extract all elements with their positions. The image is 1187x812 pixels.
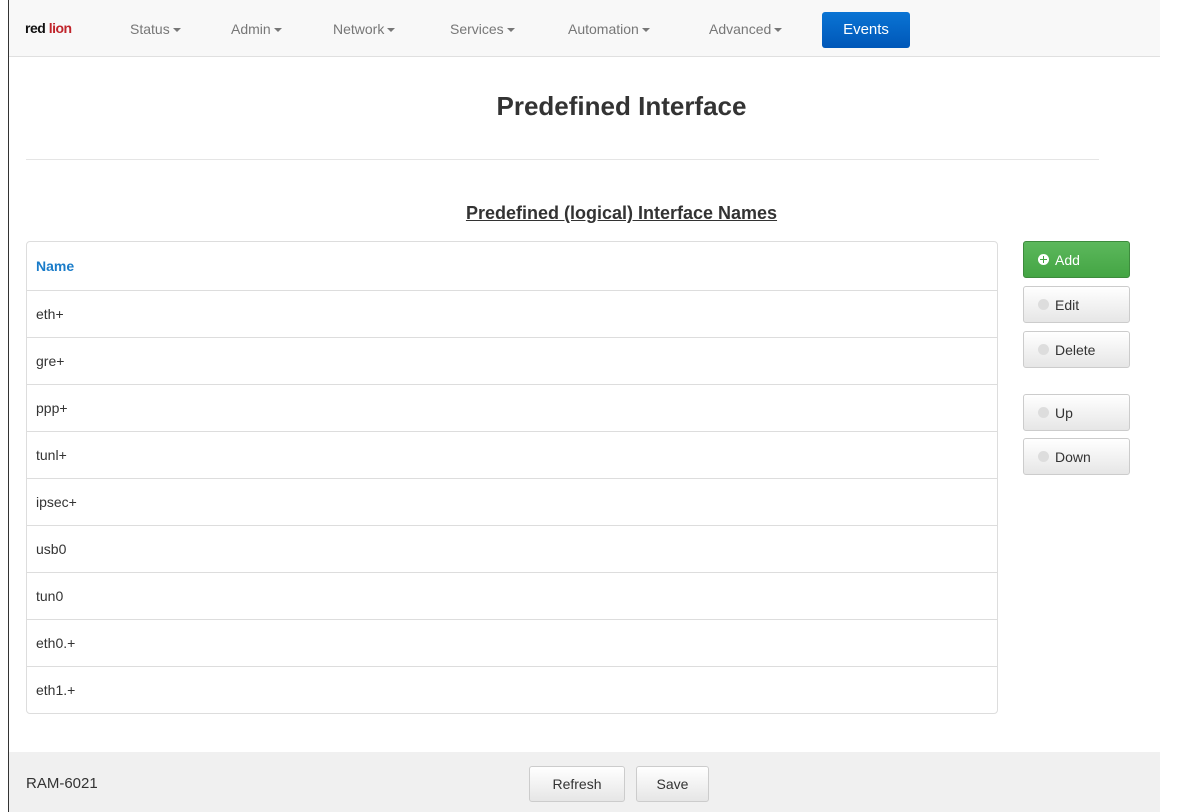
caret-down-icon	[273, 28, 282, 33]
cell-name: tun0	[36, 588, 64, 604]
minus-circle-icon	[1038, 344, 1049, 355]
logo-red: red	[25, 20, 46, 36]
table-row[interactable]: usb0	[27, 525, 997, 572]
logo-lion: lion	[48, 20, 72, 36]
nav-status-label: Status	[130, 21, 170, 37]
cell-name: eth+	[36, 306, 64, 322]
nav-advanced[interactable]: Advanced	[709, 21, 783, 37]
table-row[interactable]: tunl+	[27, 431, 997, 478]
caret-down-icon	[506, 28, 515, 33]
nav-services-label: Services	[450, 21, 504, 37]
cell-name: tunl+	[36, 447, 67, 463]
section-title: Predefined (logical) Interface Names	[465, 203, 778, 223]
add-label: Add	[1055, 251, 1080, 268]
table-row[interactable]: gre+	[27, 337, 997, 384]
edit-button[interactable]: Edit	[1023, 286, 1130, 323]
table-row[interactable]: eth0.+	[27, 619, 997, 666]
check-circle-icon	[1038, 299, 1049, 310]
up-button[interactable]: Up	[1023, 394, 1130, 431]
page-title: Predefined Interface	[496, 91, 747, 121]
interface-table: Name eth+ gre+ ppp+ tunl+ ipsec+ usb0 tu…	[26, 241, 998, 714]
caret-down-icon	[172, 28, 181, 33]
top-navbar: red lion Status Admin Network Services A…	[9, 0, 1160, 57]
arrow-down-circle-icon	[1038, 451, 1049, 462]
cell-name: usb0	[36, 541, 67, 557]
nav-automation[interactable]: Automation	[568, 21, 650, 37]
nav-events[interactable]: Events	[822, 12, 910, 48]
logo-text: red lion	[25, 20, 72, 36]
brand-logo[interactable]: red lion	[25, 18, 72, 38]
nav-admin-label: Admin	[231, 21, 271, 37]
edit-label: Edit	[1055, 296, 1080, 313]
footer-bar: RAM-6021 Refresh Save	[9, 752, 1160, 812]
cell-name: eth1.+	[36, 682, 76, 698]
nav-advanced-label: Advanced	[709, 21, 772, 37]
delete-button[interactable]: Delete	[1023, 331, 1130, 368]
column-header-name[interactable]: Name	[36, 258, 74, 274]
plus-circle-icon	[1038, 254, 1049, 265]
device-model: RAM-6021	[26, 775, 98, 792]
caret-down-icon	[641, 28, 650, 33]
table-row[interactable]: tun0	[27, 572, 997, 619]
cell-name: ppp+	[36, 400, 68, 416]
cell-name: gre+	[36, 353, 65, 369]
caret-down-icon	[774, 28, 783, 33]
refresh-button[interactable]: Refresh	[529, 766, 625, 802]
caret-down-icon	[387, 28, 396, 33]
down-button[interactable]: Down	[1023, 438, 1130, 475]
add-button[interactable]: Add	[1023, 241, 1130, 278]
nav-status[interactable]: Status	[130, 21, 181, 37]
save-button[interactable]: Save	[636, 766, 709, 802]
nav-admin[interactable]: Admin	[231, 21, 282, 37]
app-frame: red lion Status Admin Network Services A…	[8, 0, 1160, 812]
table-header: Name	[27, 242, 997, 290]
nav-services[interactable]: Services	[450, 21, 515, 37]
cell-name: ipsec+	[36, 494, 77, 510]
table-row[interactable]: eth+	[27, 290, 997, 337]
table-row[interactable]: ipsec+	[27, 478, 997, 525]
nav-automation-label: Automation	[568, 21, 639, 37]
title-divider	[26, 159, 1099, 160]
nav-network-label: Network	[333, 21, 385, 37]
delete-label: Delete	[1055, 341, 1096, 358]
arrow-up-circle-icon	[1038, 407, 1049, 418]
down-label: Down	[1055, 448, 1091, 465]
cell-name: eth0.+	[36, 635, 76, 651]
nav-network[interactable]: Network	[333, 21, 396, 37]
table-row[interactable]: ppp+	[27, 384, 997, 431]
up-label: Up	[1055, 404, 1073, 421]
table-row[interactable]: eth1.+	[27, 666, 997, 713]
